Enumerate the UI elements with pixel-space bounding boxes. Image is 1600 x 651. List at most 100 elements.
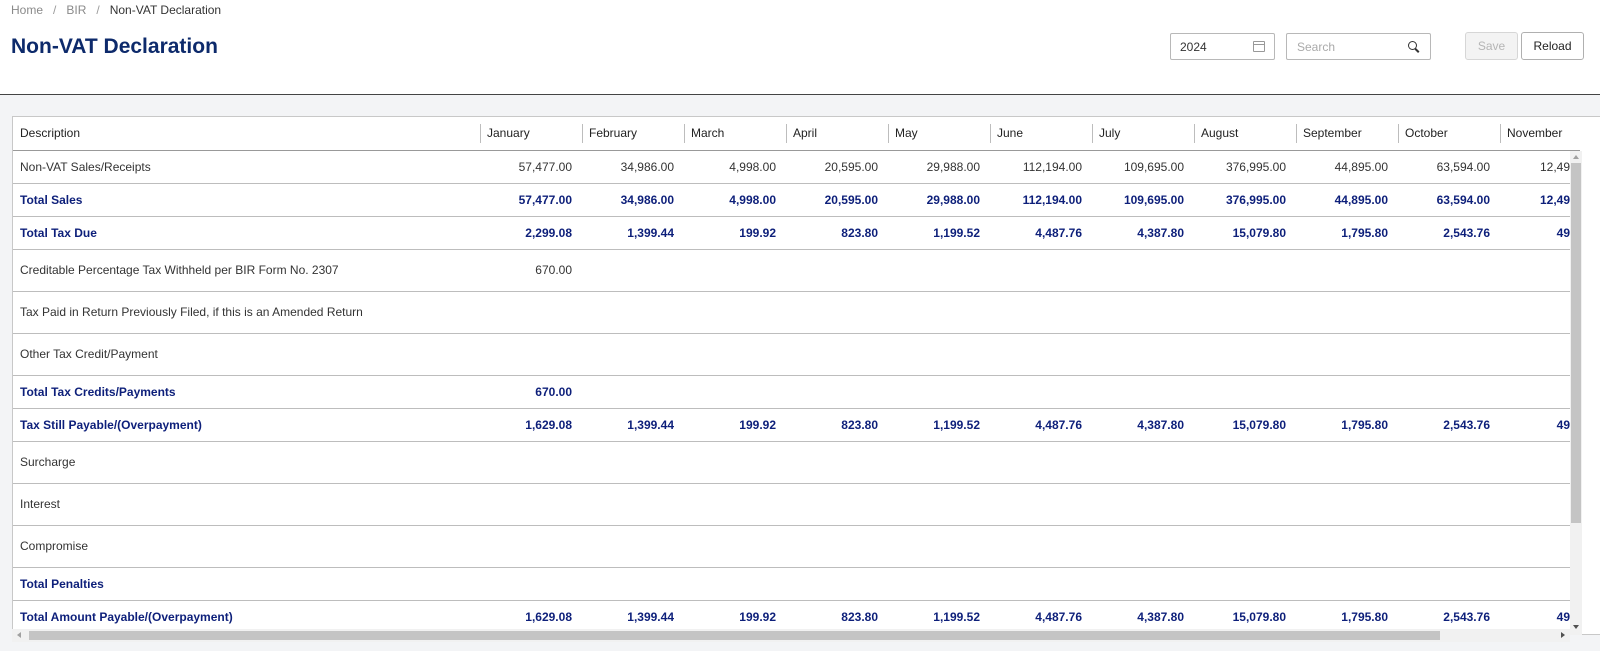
table-cell[interactable]: 2,543.76 [1398,216,1500,250]
table-cell[interactable] [480,441,582,484]
column-header-april[interactable]: April [786,117,888,151]
table-cell[interactable]: 823.80 [786,216,888,250]
column-header-october[interactable]: October [1398,117,1500,151]
table-cell[interactable] [1194,567,1296,601]
vertical-scroll-thumb[interactable] [1571,163,1581,523]
column-resize-handle[interactable] [1092,124,1093,143]
table-cell[interactable]: 1,795.80 [1296,216,1398,250]
table-cell[interactable] [684,441,786,484]
table-cell[interactable] [1296,333,1398,376]
table-cell[interactable]: 1,199.52 [888,408,990,442]
table-cell[interactable]: 1,399.44 [582,216,684,250]
scroll-right-arrow-icon[interactable] [1561,632,1565,638]
table-cell[interactable] [1500,375,1580,409]
column-resize-handle[interactable] [990,124,991,143]
table-cell[interactable]: 20,595.00 [786,183,888,217]
table-cell[interactable] [582,333,684,376]
table-cell[interactable] [582,567,684,601]
scroll-left-arrow-icon[interactable] [17,632,21,638]
table-cell[interactable] [582,525,684,568]
table-cell[interactable] [1398,441,1500,484]
search-box[interactable] [1286,33,1431,60]
table-cell[interactable] [1500,567,1580,601]
column-header-january[interactable]: January [480,117,582,151]
table-cell[interactable] [786,567,888,601]
table-cell[interactable]: 4,387.80 [1092,408,1194,442]
table-cell[interactable] [684,333,786,376]
table-cell[interactable] [1194,375,1296,409]
table-cell[interactable]: 109,695.00 [1092,150,1194,184]
column-header-february[interactable]: February [582,117,684,151]
breadcrumb-bir[interactable]: BIR [66,3,86,17]
table-cell[interactable] [990,441,1092,484]
table-cell[interactable] [684,375,786,409]
column-resize-handle[interactable] [1296,124,1297,143]
search-input[interactable] [1297,39,1408,54]
table-cell[interactable] [1194,525,1296,568]
table-cell[interactable]: 4,998.00 [684,150,786,184]
table-cell[interactable]: 376,995.00 [1194,183,1296,217]
table-cell[interactable] [888,375,990,409]
table-cell[interactable]: 109,695.00 [1092,183,1194,217]
table-cell[interactable] [888,567,990,601]
table-cell[interactable]: 1,199.52 [888,216,990,250]
table-cell[interactable] [1500,291,1580,334]
column-resize-handle[interactable] [684,124,685,143]
table-cell[interactable]: 823.80 [786,408,888,442]
table-cell[interactable]: 2,299.08 [480,216,582,250]
table-cell[interactable] [888,525,990,568]
horizontal-scrollbar[interactable] [12,629,1570,642]
scroll-up-arrow-icon[interactable] [1573,155,1579,159]
table-cell[interactable] [786,249,888,292]
calendar-icon[interactable] [1253,41,1265,52]
table-cell[interactable] [684,567,786,601]
table-cell[interactable] [1296,525,1398,568]
table-cell[interactable]: 20,595.00 [786,150,888,184]
table-cell[interactable] [1092,249,1194,292]
column-resize-handle[interactable] [1194,124,1195,143]
table-cell[interactable]: 34,986.00 [582,183,684,217]
column-header-july[interactable]: July [1092,117,1194,151]
table-cell[interactable] [1500,483,1580,526]
column-resize-handle[interactable] [888,124,889,143]
table-cell[interactable] [888,249,990,292]
table-cell[interactable]: 670.00 [480,375,582,409]
column-resize-handle[interactable] [786,124,787,143]
table-cell[interactable] [990,483,1092,526]
table-cell[interactable]: 4,487.76 [990,408,1092,442]
table-cell[interactable]: 12,49 [1500,183,1580,217]
column-header-august[interactable]: August [1194,117,1296,151]
column-header-june[interactable]: June [990,117,1092,151]
table-cell[interactable]: 376,995.00 [1194,150,1296,184]
table-cell[interactable] [1194,483,1296,526]
table-cell[interactable]: 49 [1500,408,1580,442]
column-header-march[interactable]: March [684,117,786,151]
table-cell[interactable] [1296,483,1398,526]
table-cell[interactable]: 57,477.00 [480,150,582,184]
table-cell[interactable]: 199.92 [684,216,786,250]
table-cell[interactable] [1296,567,1398,601]
table-cell[interactable] [1398,483,1500,526]
table-cell[interactable]: 63,594.00 [1398,150,1500,184]
table-cell[interactable] [480,525,582,568]
table-cell[interactable] [1194,249,1296,292]
table-cell[interactable]: 34,986.00 [582,150,684,184]
table-cell[interactable] [990,525,1092,568]
table-cell[interactable] [1296,291,1398,334]
table-cell[interactable] [786,525,888,568]
table-cell[interactable] [1092,525,1194,568]
table-cell[interactable] [1398,375,1500,409]
save-button[interactable]: Save [1465,32,1518,60]
table-cell[interactable] [582,441,684,484]
table-cell[interactable]: 12,49 [1500,150,1580,184]
year-picker[interactable]: 2024 [1170,33,1275,60]
table-cell[interactable] [480,483,582,526]
table-cell[interactable] [1092,567,1194,601]
table-cell[interactable] [1296,375,1398,409]
table-cell[interactable] [582,375,684,409]
table-cell[interactable] [786,483,888,526]
table-cell[interactable] [1092,291,1194,334]
column-header-september[interactable]: September [1296,117,1398,151]
table-cell[interactable]: 670.00 [480,249,582,292]
horizontal-scroll-thumb[interactable] [29,631,1440,640]
